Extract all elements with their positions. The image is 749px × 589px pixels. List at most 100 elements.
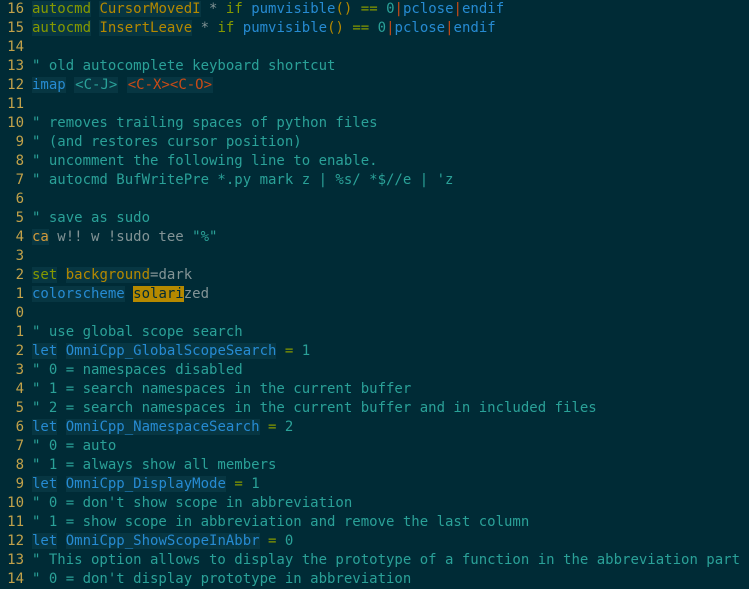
code-content[interactable]: " 0 = namespaces disabled: [28, 361, 749, 380]
line-number: 2: [0, 342, 28, 361]
code-content[interactable]: " (and restores cursor position): [28, 133, 749, 152]
token: " 2 = search namespaces in the current b…: [32, 400, 597, 416]
code-line[interactable]: 13" old autocomplete keyboard shortcut: [0, 57, 749, 76]
code-content[interactable]: [28, 247, 749, 266]
token: background: [66, 267, 150, 283]
code-content[interactable]: [28, 304, 749, 323]
code-content[interactable]: [28, 95, 749, 114]
code-line[interactable]: 12imap <C-J> <C-X><C-O>: [0, 76, 749, 95]
line-number: 10: [0, 494, 28, 513]
token: [378, 1, 386, 17]
code-content[interactable]: let OmniCpp_ShowScopeInAbbr = 0: [28, 532, 749, 551]
token: " 0 = don't show scope in abbreviation: [32, 495, 352, 511]
token: " 0 = auto: [32, 438, 116, 454]
code-line[interactable]: 4ca w!! w !sudo tee "%": [0, 228, 749, 247]
code-line[interactable]: 2let OmniCpp_GlobalScopeSearch = 1: [0, 342, 749, 361]
code-content[interactable]: autocmd CursorMovedI * if pumvisible() =…: [28, 0, 749, 19]
code-content[interactable]: [28, 190, 749, 209]
token: (): [327, 20, 344, 36]
code-content[interactable]: " This option allows to display the prot…: [28, 551, 749, 570]
code-content[interactable]: " 0 = don't display prototype in abbrevi…: [28, 570, 749, 589]
code-content[interactable]: let OmniCpp_GlobalScopeSearch = 1: [28, 342, 749, 361]
token: [243, 1, 251, 17]
code-content[interactable]: " use global scope search: [28, 323, 749, 342]
code-content[interactable]: let OmniCpp_NamespaceSearch = 2: [28, 418, 749, 437]
token: |: [445, 20, 453, 36]
code-line[interactable]: 8" 1 = always show all members: [0, 456, 749, 475]
code-content[interactable]: autocmd InsertLeave * if pumvisible() ==…: [28, 19, 749, 38]
token: [260, 419, 268, 435]
token: ==: [361, 1, 378, 17]
code-line[interactable]: 3" 0 = namespaces disabled: [0, 361, 749, 380]
line-number: 13: [0, 57, 28, 76]
token: w!! w !sudo tee: [49, 229, 192, 245]
code-content[interactable]: " uncomment the following line to enable…: [28, 152, 749, 171]
code-line[interactable]: 4" 1 = search namespaces in the current …: [0, 380, 749, 399]
code-line[interactable]: 16autocmd CursorMovedI * if pumvisible()…: [0, 0, 749, 19]
code-content[interactable]: set background=dark: [28, 266, 749, 285]
code-line[interactable]: 5" save as sudo: [0, 209, 749, 228]
line-number: 14: [0, 570, 28, 589]
code-content[interactable]: " autocmd BufWritePre *.py mark z | %s/ …: [28, 171, 749, 190]
token: " 0 = namespaces disabled: [32, 362, 243, 378]
token: if: [226, 1, 243, 17]
token: CursorMovedI: [99, 1, 200, 17]
code-content[interactable]: " 2 = search namespaces in the current b…: [28, 399, 749, 418]
code-line[interactable]: 15autocmd InsertLeave * if pumvisible() …: [0, 19, 749, 38]
code-line[interactable]: 1" use global scope search: [0, 323, 749, 342]
code-content[interactable]: " 0 = don't show scope in abbreviation: [28, 494, 749, 513]
line-number: 1: [0, 323, 28, 342]
token: let: [32, 419, 57, 435]
code-line[interactable]: 3: [0, 247, 749, 266]
code-line[interactable]: 7" autocmd BufWritePre *.py mark z | %s/…: [0, 171, 749, 190]
code-line[interactable]: 6: [0, 190, 749, 209]
code-content[interactable]: " 1 = show scope in abbreviation and rem…: [28, 513, 749, 532]
token: " 0 = don't display prototype in abbrevi…: [32, 571, 411, 587]
code-content[interactable]: ca w!! w !sudo tee "%": [28, 228, 749, 247]
code-content[interactable]: " removes trailing spaces of python file…: [28, 114, 749, 133]
token: [352, 1, 360, 17]
token: " removes trailing spaces of python file…: [32, 115, 378, 131]
code-line[interactable]: 8" uncomment the following line to enabl…: [0, 152, 749, 171]
token: if: [217, 20, 234, 36]
code-content[interactable]: " 1 = always show all members: [28, 456, 749, 475]
code-content[interactable]: imap <C-J> <C-X><C-O>: [28, 76, 749, 95]
code-line[interactable]: 10" removes trailing spaces of python fi…: [0, 114, 749, 133]
line-number: 12: [0, 76, 28, 95]
code-line[interactable]: 1colorscheme solarized: [0, 285, 749, 304]
token: colorscheme: [32, 286, 125, 302]
token: [276, 343, 284, 359]
code-content[interactable]: " save as sudo: [28, 209, 749, 228]
code-content[interactable]: " 1 = search namespaces in the current b…: [28, 380, 749, 399]
token: 0: [386, 1, 394, 17]
line-number: 9: [0, 133, 28, 152]
code-line[interactable]: 0: [0, 304, 749, 323]
code-line[interactable]: 13" This option allows to display the pr…: [0, 551, 749, 570]
code-content[interactable]: [28, 38, 749, 57]
code-line[interactable]: 9" (and restores cursor position): [0, 133, 749, 152]
code-line[interactable]: 14" 0 = don't display prototype in abbre…: [0, 570, 749, 589]
token: pumvisible: [251, 1, 335, 17]
token: [57, 343, 65, 359]
code-line[interactable]: 5" 2 = search namespaces in the current …: [0, 399, 749, 418]
token: |: [395, 1, 403, 17]
code-line[interactable]: 11" 1 = show scope in abbreviation and r…: [0, 513, 749, 532]
code-content[interactable]: " 0 = auto: [28, 437, 749, 456]
code-line[interactable]: 11: [0, 95, 749, 114]
code-editor[interactable]: 1 6 autocmd CursorMovedI * if pumvisible()…: [0, 0, 749, 589]
token: [118, 77, 126, 93]
code-line[interactable]: 12let OmniCpp_ShowScopeInAbbr = 0: [0, 532, 749, 551]
code-content[interactable]: let OmniCpp_DisplayMode = 1: [28, 475, 749, 494]
code-line[interactable]: 10" 0 = don't show scope in abbreviation: [0, 494, 749, 513]
token: " 1 = show scope in abbreviation and rem…: [32, 514, 529, 530]
token: let: [32, 533, 57, 549]
code-line[interactable]: 6let OmniCpp_NamespaceSearch = 2: [0, 418, 749, 437]
code-line[interactable]: 9let OmniCpp_DisplayMode = 1: [0, 475, 749, 494]
code-line[interactable]: 14: [0, 38, 749, 57]
code-line[interactable]: 2set background=dark: [0, 266, 749, 285]
code-content[interactable]: " old autocomplete keyboard shortcut: [28, 57, 749, 76]
line-number: 0: [0, 304, 28, 323]
token: [276, 419, 284, 435]
code-content[interactable]: colorscheme solarized: [28, 285, 749, 304]
code-line[interactable]: 7" 0 = auto: [0, 437, 749, 456]
